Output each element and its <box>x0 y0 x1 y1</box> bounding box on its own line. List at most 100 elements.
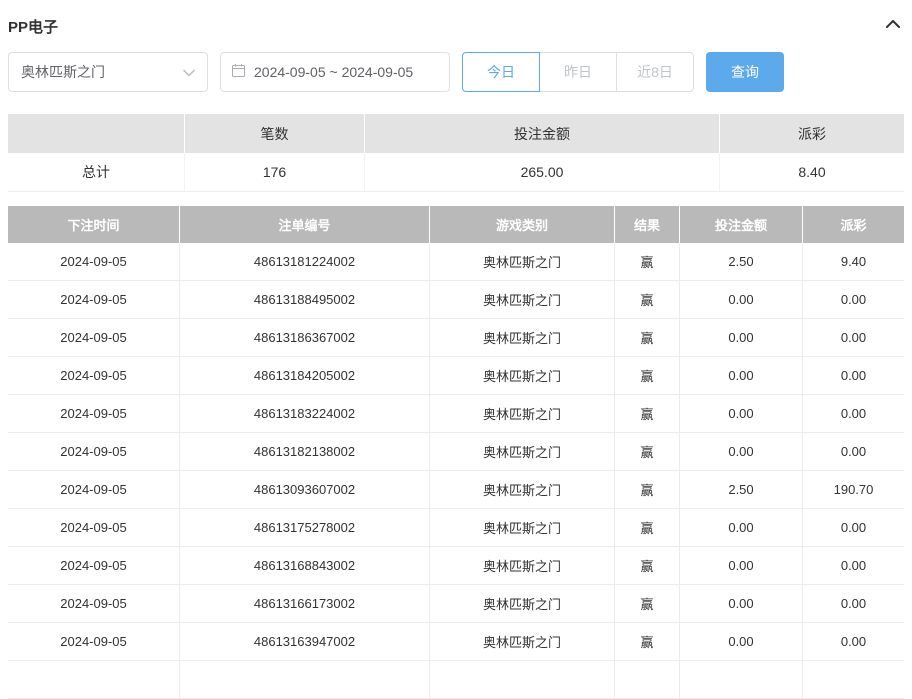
table-row: 2024-09-05 48613186367002 奥林匹斯之门 赢 0.00 … <box>8 319 904 357</box>
chevron-up-icon <box>884 17 902 36</box>
summary-total-bet-amount: 265.00 <box>365 153 720 191</box>
cell-result: 赢 <box>615 471 680 508</box>
cell-bet-time: 2024-09-05 <box>8 623 180 660</box>
cell-bet-time: 2024-09-05 <box>8 509 180 546</box>
summary-table: 笔数 投注金额 派彩 总计 176 265.00 8.40 <box>8 114 904 192</box>
table-row: 2024-09-05 48613168843002 奥林匹斯之门 赢 0.00 … <box>8 547 904 585</box>
cell-payout: 0.00 <box>803 585 904 622</box>
cell-game-category <box>430 661 615 698</box>
cell-bet-amount: 0.00 <box>680 623 803 660</box>
cell-bet-time: 2024-09-05 <box>8 319 180 356</box>
panel-header: PP电子 <box>8 14 904 38</box>
cell-game-category: 奥林匹斯之门 <box>430 319 615 356</box>
cell-order-id: 48613184205002 <box>180 357 430 394</box>
cell-bet-amount: 0.00 <box>680 433 803 470</box>
cell-bet-amount <box>680 661 803 698</box>
cell-result <box>615 661 680 698</box>
cell-game-category: 奥林匹斯之门 <box>430 623 615 660</box>
cell-bet-amount: 0.00 <box>680 509 803 546</box>
table-row: 2024-09-05 48613175278002 奥林匹斯之门 赢 0.00 … <box>8 509 904 547</box>
cell-payout <box>803 661 904 698</box>
page-title: PP电子 <box>8 16 58 37</box>
col-header-bet-amount: 投注金额 <box>680 206 803 243</box>
yesterday-button[interactable]: 昨日 <box>539 52 617 92</box>
cell-game-category: 奥林匹斯之门 <box>430 395 615 432</box>
cell-bet-time: 2024-09-05 <box>8 471 180 508</box>
cell-result: 赢 <box>615 433 680 470</box>
bet-table-body: 2024-09-05 48613181224002 奥林匹斯之门 赢 2.50 … <box>8 243 904 661</box>
last-8-days-button[interactable]: 近8日 <box>616 52 694 92</box>
table-row: 2024-09-05 48613182138002 奥林匹斯之门 赢 0.00 … <box>8 433 904 471</box>
cell-bet-time: 2024-09-05 <box>8 433 180 470</box>
cell-game-category: 奥林匹斯之门 <box>430 509 615 546</box>
cell-payout: 0.00 <box>803 319 904 356</box>
filter-bar: 奥林匹斯之门 2024-09-05 ~ 2024-09-05 今日 昨日 <box>8 52 904 92</box>
cell-game-category: 奥林匹斯之门 <box>430 357 615 394</box>
query-button[interactable]: 查询 <box>706 52 784 92</box>
cell-order-id: 48613163947002 <box>180 623 430 660</box>
quick-range-group: 今日 昨日 近8日 <box>462 52 694 92</box>
cell-game-category: 奥林匹斯之门 <box>430 243 615 280</box>
cell-result: 赢 <box>615 281 680 318</box>
game-select-value: 奥林匹斯之门 <box>21 62 105 82</box>
pp-electronic-panel: PP电子 奥林匹斯之门 <box>0 0 912 699</box>
cell-order-id: 48613175278002 <box>180 509 430 546</box>
cell-bet-amount: 2.50 <box>680 243 803 280</box>
cell-order-id: 48613182138002 <box>180 433 430 470</box>
cell-payout: 0.00 <box>803 547 904 584</box>
cell-bet-amount: 0.00 <box>680 585 803 622</box>
cell-bet-amount: 2.50 <box>680 471 803 508</box>
cell-order-id: 48613166173002 <box>180 585 430 622</box>
cell-payout: 9.40 <box>803 243 904 280</box>
game-select[interactable]: 奥林匹斯之门 <box>8 52 208 92</box>
cell-result: 赢 <box>615 623 680 660</box>
cell-order-id <box>180 661 430 698</box>
cell-payout: 0.00 <box>803 509 904 546</box>
cell-order-id: 48613183224002 <box>180 395 430 432</box>
col-header-order-id: 注单编号 <box>180 206 430 243</box>
cell-payout: 0.00 <box>803 357 904 394</box>
cell-bet-time: 2024-09-05 <box>8 585 180 622</box>
cell-bet-amount: 0.00 <box>680 547 803 584</box>
col-header-result: 结果 <box>615 206 680 243</box>
cell-payout: 190.70 <box>803 471 904 508</box>
cell-bet-amount: 0.00 <box>680 281 803 318</box>
col-header-game-category: 游戏类别 <box>430 206 615 243</box>
date-range-value: 2024-09-05 ~ 2024-09-05 <box>254 64 413 80</box>
summary-header-payout: 派彩 <box>720 114 904 153</box>
summary-total-label: 总计 <box>8 153 185 191</box>
col-header-payout: 派彩 <box>803 206 904 243</box>
cell-bet-amount: 0.00 <box>680 319 803 356</box>
summary-header-empty <box>8 114 185 153</box>
today-button[interactable]: 今日 <box>462 52 540 92</box>
cell-payout: 0.00 <box>803 281 904 318</box>
cell-bet-time: 2024-09-05 <box>8 395 180 432</box>
cell-result: 赢 <box>615 357 680 394</box>
cell-game-category: 奥林匹斯之门 <box>430 281 615 318</box>
cell-game-category: 奥林匹斯之门 <box>430 433 615 470</box>
table-row: 2024-09-05 48613181224002 奥林匹斯之门 赢 2.50 … <box>8 243 904 281</box>
table-row: 2024-09-05 48613163947002 奥林匹斯之门 赢 0.00 … <box>8 623 904 661</box>
cell-order-id: 48613168843002 <box>180 547 430 584</box>
chevron-down-icon <box>183 64 195 80</box>
cell-payout: 0.00 <box>803 395 904 432</box>
cell-result: 赢 <box>615 585 680 622</box>
table-row: 2024-09-05 48613184205002 奥林匹斯之门 赢 0.00 … <box>8 357 904 395</box>
summary-header-row: 笔数 投注金额 派彩 <box>8 114 904 153</box>
collapse-button[interactable] <box>882 15 904 38</box>
summary-total-payout: 8.40 <box>720 153 904 191</box>
cell-result: 赢 <box>615 243 680 280</box>
cell-bet-time: 2024-09-05 <box>8 243 180 280</box>
cell-bet-amount: 0.00 <box>680 357 803 394</box>
cell-bet-time: 2024-09-05 <box>8 281 180 318</box>
cell-payout: 0.00 <box>803 623 904 660</box>
cell-payout: 0.00 <box>803 433 904 470</box>
cell-bet-amount: 0.00 <box>680 395 803 432</box>
bet-table-header-row: 下注时间 注单编号 游戏类别 结果 投注金额 派彩 <box>8 206 904 243</box>
summary-total-count: 176 <box>185 153 365 191</box>
summary-header-count: 笔数 <box>185 114 365 153</box>
cell-result: 赢 <box>615 319 680 356</box>
cell-game-category: 奥林匹斯之门 <box>430 471 615 508</box>
cell-bet-time: 2024-09-05 <box>8 357 180 394</box>
date-range-picker[interactable]: 2024-09-05 ~ 2024-09-05 <box>220 52 450 92</box>
